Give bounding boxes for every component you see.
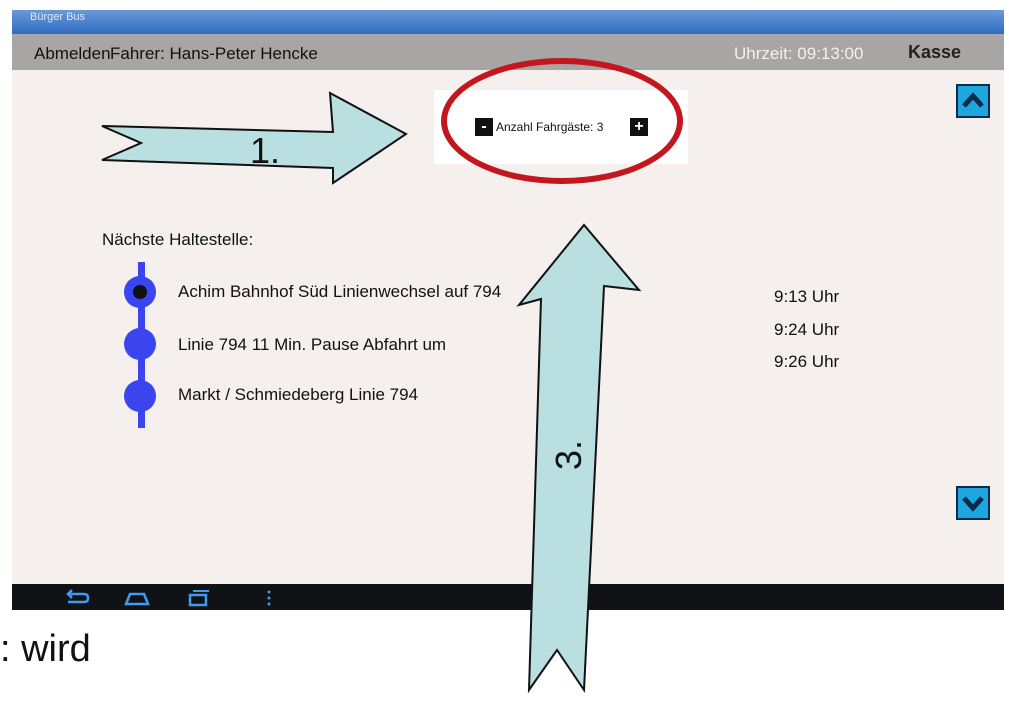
arrow-1-label: 1. (250, 130, 281, 171)
caption-text: : wird (0, 628, 91, 670)
annotation-layer (101, 91, 642, 694)
arrow-3-label: 3. (548, 439, 589, 470)
